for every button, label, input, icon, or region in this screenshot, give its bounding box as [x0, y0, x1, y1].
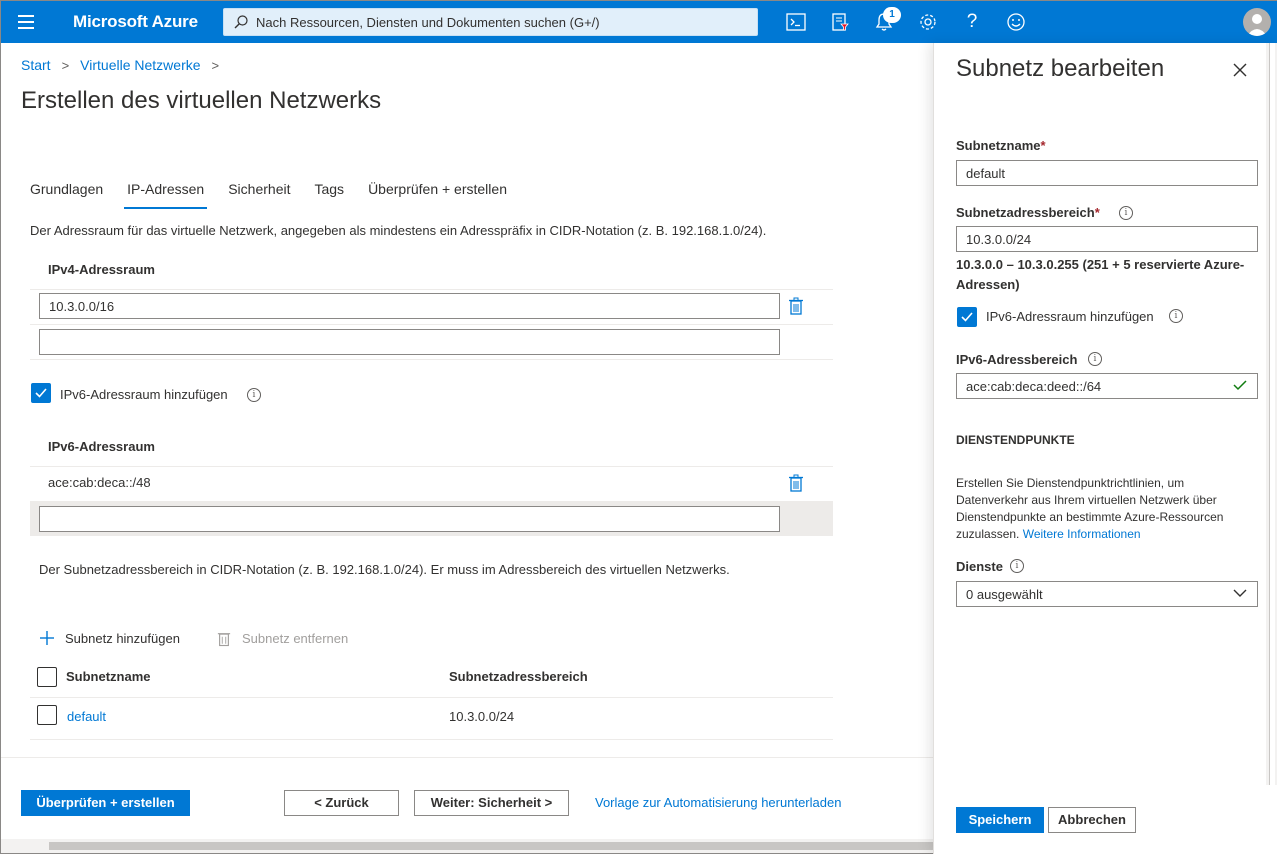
save-button[interactable]: Speichern: [956, 807, 1044, 833]
feedback-icon[interactable]: [1001, 7, 1031, 37]
back-button[interactable]: < Zurück: [284, 790, 399, 816]
divider: [30, 324, 833, 325]
services-selected: 0 ausgewählt: [966, 587, 1043, 602]
divider: [30, 466, 833, 467]
endpoints-heading: DIENSTENDPUNKTE: [956, 433, 1075, 447]
brand-logo[interactable]: Microsoft Azure: [73, 12, 198, 32]
checkmark-icon: [1233, 380, 1247, 391]
chevron-down-icon: [1233, 589, 1247, 597]
notification-badge: 1: [883, 7, 901, 23]
subnet-name-link[interactable]: default: [67, 709, 106, 724]
add-subnet-label: Subnetz hinzufügen: [65, 630, 180, 646]
breadcrumb: Start > Virtuelle Netzwerke >: [21, 57, 230, 73]
more-info-link[interactable]: Weitere Informationen: [1023, 527, 1141, 541]
ipv6-address-value[interactable]: ace:cab:deca::/48: [48, 475, 151, 490]
column-header-subnet-range: Subnetzadressbereich: [449, 669, 588, 684]
info-icon[interactable]: i: [1119, 206, 1133, 220]
settings-icon[interactable]: [913, 7, 943, 37]
breadcrumb-virtual-networks[interactable]: Virtuelle Netzwerke: [80, 57, 200, 73]
services-dropdown[interactable]: 0 ausgewählt: [956, 581, 1258, 607]
row-checkbox[interactable]: [37, 705, 57, 725]
breadcrumb-start[interactable]: Start: [21, 57, 51, 73]
trash-icon[interactable]: [788, 297, 804, 315]
top-bar: Microsoft Azure Nach Ressourcen, Dienste…: [1, 1, 1277, 43]
subnet-description: Der Subnetzadressbereich in CIDR-Notatio…: [39, 562, 730, 577]
review-create-button[interactable]: Überprüfen + erstellen: [21, 790, 190, 816]
search-placeholder: Nach Ressourcen, Diensten und Dokumenten…: [256, 15, 600, 30]
panel-ipv6-checkbox[interactable]: [957, 307, 977, 327]
next-button[interactable]: Weiter: Sicherheit >: [414, 790, 569, 816]
footer-divider: [1, 757, 933, 758]
remove-subnet-label: Subnetz entfernen: [242, 631, 349, 646]
tab-ip-addresses[interactable]: IP-Adressen: [124, 179, 208, 209]
add-subnet-button[interactable]: Subnetz hinzufügen: [39, 630, 180, 646]
menu-icon[interactable]: [13, 11, 39, 33]
edit-subnet-panel: Subnetz bearbeiten Subnetzname* default …: [933, 43, 1277, 854]
ipv4-header: IPv4-Adressraum: [48, 262, 155, 277]
ipv6-address-new-input[interactable]: [39, 506, 780, 532]
info-icon[interactable]: i: [1088, 352, 1102, 366]
chevron-right-icon: >: [211, 57, 220, 73]
ipv6-header: IPv6-Adressraum: [48, 439, 155, 454]
remove-subnet-button[interactable]: Subnetz entfernen: [217, 630, 348, 647]
scrollbar-thumb[interactable]: [49, 842, 933, 850]
divider: [30, 289, 833, 290]
tab-security[interactable]: Sicherheit: [228, 179, 290, 209]
subnet-name-input[interactable]: default: [956, 160, 1258, 186]
trash-icon: [217, 633, 231, 647]
column-header-subnet-name: Subnetzname: [66, 669, 151, 684]
ipv6-range-label: IPv6-Adressbereich: [956, 352, 1078, 367]
page-title: Erstellen des virtuellen Netzwerks: [21, 87, 382, 114]
subnet-name-label: Subnetzname*: [956, 138, 1046, 153]
ipv6-range-input[interactable]: ace:cab:deca:deed::/64: [956, 373, 1258, 399]
ipv6-checkbox[interactable]: [31, 383, 51, 403]
subnet-range-input[interactable]: 10.3.0.0/24: [956, 226, 1258, 252]
plus-icon: [40, 631, 54, 645]
divider: [30, 359, 833, 360]
trash-icon[interactable]: [788, 474, 804, 492]
divider: [30, 739, 833, 740]
tab-review-create[interactable]: Überprüfen + erstellen: [368, 179, 507, 209]
cancel-button[interactable]: Abbrechen: [1048, 807, 1136, 833]
info-icon[interactable]: i: [1010, 559, 1024, 573]
subnet-range-label: Subnetzadressbereich*: [956, 205, 1100, 220]
info-icon[interactable]: i: [247, 388, 261, 402]
search-input[interactable]: Nach Ressourcen, Diensten und Dokumenten…: [223, 8, 758, 36]
tab-tags[interactable]: Tags: [314, 179, 344, 209]
select-all-checkbox[interactable]: [37, 667, 57, 687]
close-icon[interactable]: [1232, 62, 1248, 78]
divider: [30, 697, 833, 698]
ipv4-address-input[interactable]: 10.3.0.0/16: [39, 293, 780, 319]
subnet-range-value: 10.3.0.0/24: [449, 709, 515, 724]
endpoints-description: Erstellen Sie Dienstendpunktrichtlinien,…: [956, 475, 1246, 543]
info-icon[interactable]: i: [1169, 309, 1183, 323]
help-icon[interactable]: ?: [957, 7, 987, 37]
download-template-link[interactable]: Vorlage zur Automatisierung herunterlade…: [595, 795, 841, 810]
panel-title: Subnetz bearbeiten: [956, 55, 1165, 82]
avatar[interactable]: [1243, 8, 1271, 36]
ipv6-checkbox-label: IPv6-Adressraum hinzufügen: [60, 387, 228, 402]
tab-basics[interactable]: Grundlagen: [30, 179, 103, 209]
ipv4-address-new-input[interactable]: [39, 329, 780, 355]
cloud-shell-icon[interactable]: [781, 7, 811, 37]
search-icon: [234, 15, 248, 29]
address-space-description: Der Adressraum für das virtuelle Netzwer…: [30, 223, 767, 238]
services-label: Dienste: [956, 559, 1003, 574]
ipv6-range-value: ace:cab:deca:deed::/64: [966, 379, 1102, 394]
directory-filter-icon[interactable]: [825, 7, 855, 37]
panel-ipv6-checkbox-label: IPv6-Adressraum hinzufügen: [986, 309, 1154, 324]
chevron-right-icon: >: [61, 57, 70, 73]
scrollbar-thumb[interactable]: [1269, 43, 1275, 785]
tab-bar: Grundlagen IP-Adressen Sicherheit Tags Ü…: [30, 179, 531, 209]
subnet-range-note: 10.3.0.0 – 10.3.0.255 (251 + 5 reservier…: [956, 257, 1245, 292]
